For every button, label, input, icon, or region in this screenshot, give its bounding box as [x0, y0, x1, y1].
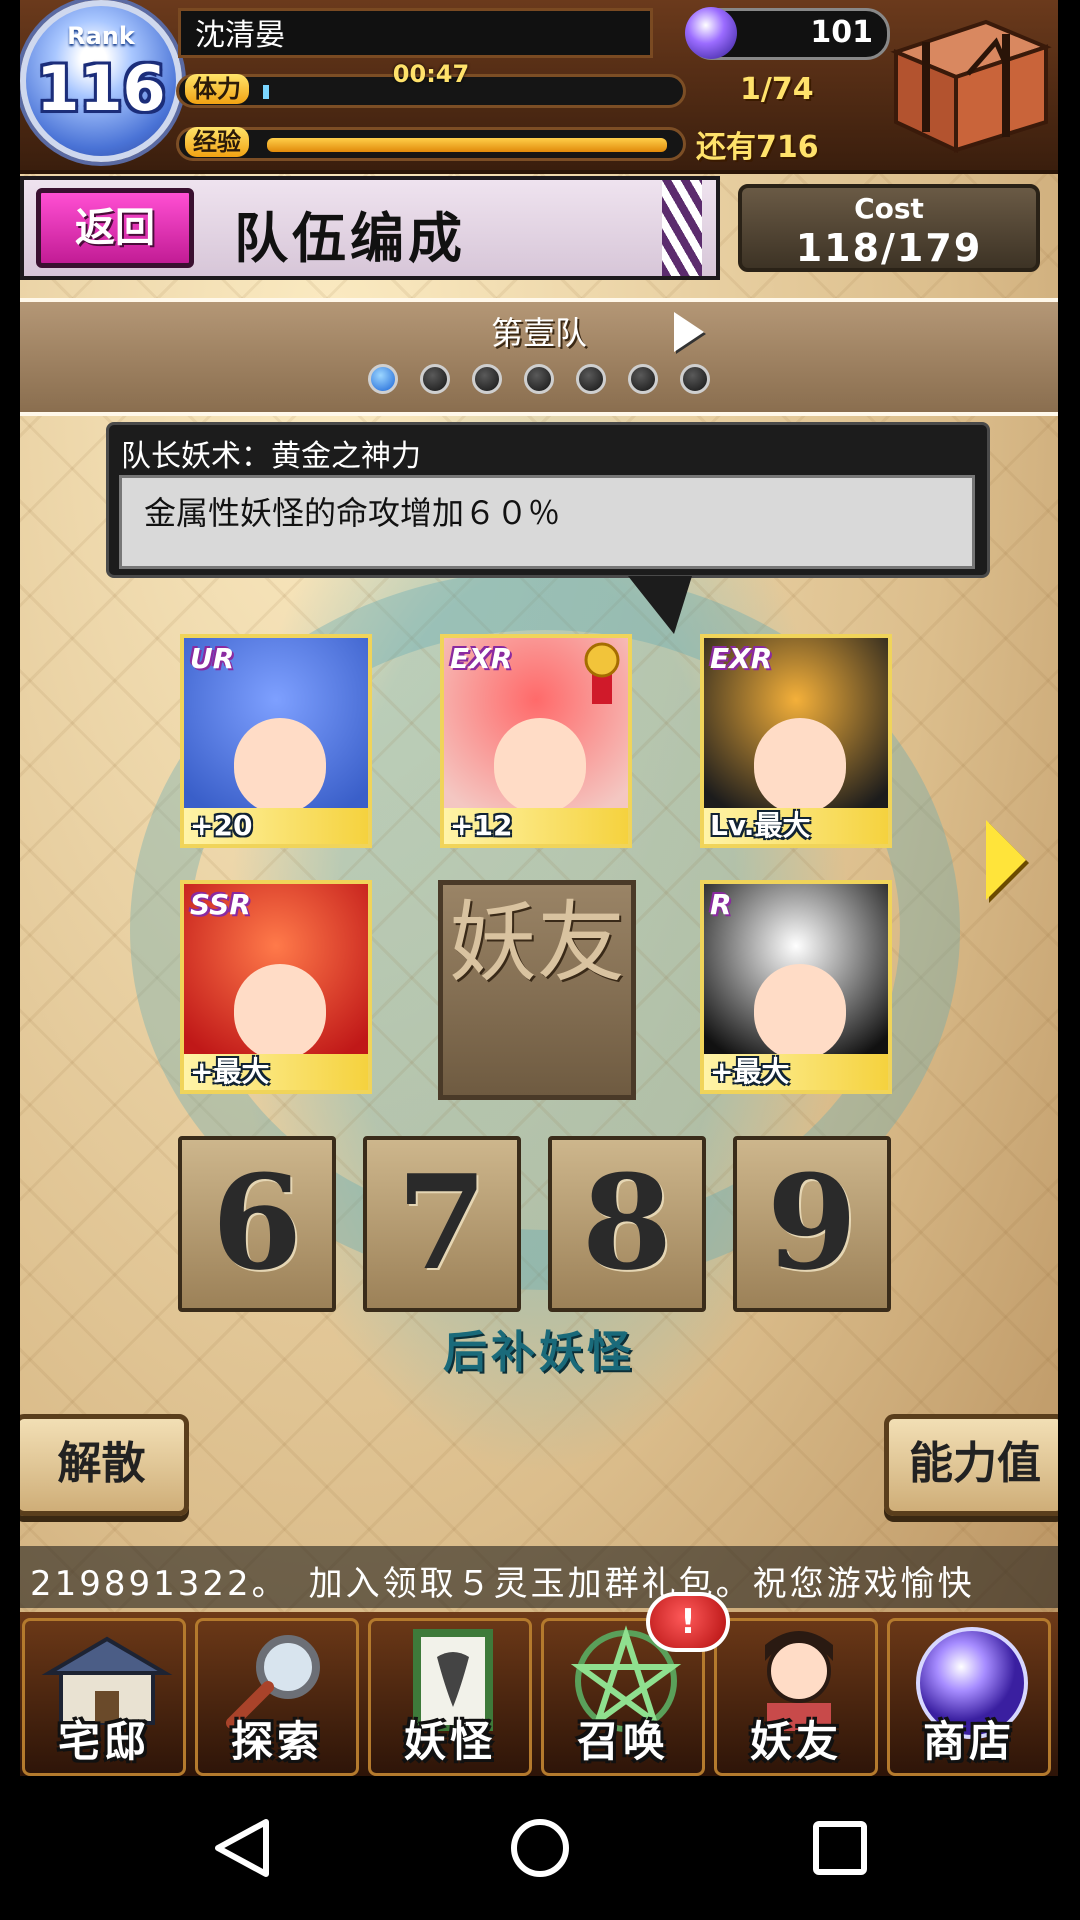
member-level: +12	[444, 808, 628, 844]
friend-slot[interactable]: 妖友	[438, 880, 636, 1100]
game-screen: Rank 116 沈清晏 101 体力 00:47 1/74 经验 还有716 …	[20, 0, 1058, 1776]
cost-value: 118/179	[795, 226, 983, 270]
member-level: +20	[184, 808, 368, 844]
nav-label: 妖友	[749, 1717, 842, 1766]
leader-skill-panel: 队长妖术：黄金之神力 金属性妖怪的命攻增加６０％	[106, 422, 990, 578]
nav-label: 商店	[922, 1717, 1015, 1766]
member-card-5[interactable]: R +最大	[700, 880, 892, 1094]
stamina-count: 1/74	[740, 72, 814, 107]
ticker-text: 219891322。 加入领取５灵玉加群礼包。祝您游戏愉快	[30, 1564, 975, 1604]
nav-explore[interactable]: 探索	[195, 1618, 359, 1776]
nav-yokai[interactable]: 妖怪	[368, 1618, 532, 1776]
portrait-face	[234, 964, 326, 1060]
gem-count: 101	[810, 15, 873, 50]
player-name: 沈清晏	[178, 8, 653, 58]
reserve-slot-number: 8	[581, 1146, 673, 1299]
next-page-arrow-icon[interactable]	[986, 820, 1026, 900]
exp-fill	[267, 138, 667, 152]
rarity-badge: SSR	[190, 888, 251, 921]
portrait-face	[494, 718, 586, 814]
reserve-slot-number: 7	[396, 1146, 488, 1299]
party-page-dot[interactable]	[628, 364, 658, 394]
party-page-dot[interactable]	[472, 364, 502, 394]
rank-emblem[interactable]: Rank 116	[20, 0, 182, 162]
nav-label: 召唤	[576, 1717, 669, 1766]
bottom-nav: 宅邸 探索 妖怪 召唤 妖友 商店	[20, 1612, 1058, 1776]
summon-alert-badge: !	[646, 1592, 730, 1652]
portrait-face	[754, 964, 846, 1060]
party-page-dot[interactable]	[524, 364, 554, 394]
back-triangle-icon[interactable]	[210, 1816, 274, 1880]
treasure-chest-icon[interactable]	[886, 12, 1054, 157]
stamina-timer: 00:47	[392, 60, 470, 88]
nav-mansion[interactable]: 宅邸	[22, 1618, 186, 1776]
exp-remaining: 还有716	[696, 130, 819, 165]
party-page-dot[interactable]	[368, 364, 398, 394]
party-page-dot[interactable]	[420, 364, 450, 394]
rank-value: 116	[36, 52, 166, 125]
skill-pointer	[628, 576, 692, 634]
party-name: 第壹队	[490, 314, 587, 352]
next-party-arrow-icon[interactable]	[674, 312, 704, 352]
reserve-slot-7[interactable]: 7	[363, 1136, 521, 1312]
back-button[interactable]: 返回	[36, 188, 194, 268]
member-level: +最大	[184, 1054, 368, 1090]
stamina-label: 体力	[185, 74, 249, 104]
friend-slot-label: 妖友	[448, 891, 625, 994]
disband-button[interactable]: 解散	[20, 1414, 189, 1516]
exp-bar: 经验	[176, 127, 686, 161]
leader-medal-icon	[584, 642, 620, 704]
stats-button[interactable]: 能力值	[884, 1414, 1058, 1516]
party-selector: 第壹队	[20, 298, 1058, 416]
nav-label: 宅邸	[57, 1717, 150, 1766]
status-bar: Rank 116 沈清晏 101 体力 00:47 1/74 经验 还有716	[20, 0, 1058, 174]
member-card-3[interactable]: EXR Lv.最大	[700, 634, 892, 848]
reserve-slot-number: 6	[211, 1146, 303, 1299]
reserve-slot-9[interactable]: 9	[733, 1136, 891, 1312]
nav-shop[interactable]: 商店	[887, 1618, 1051, 1776]
recents-square-icon[interactable]	[808, 1816, 872, 1880]
page-title: 队伍编成	[234, 207, 466, 270]
member-card-1[interactable]: UR +20	[180, 634, 372, 848]
nav-label: 妖怪	[403, 1717, 496, 1766]
nav-label: 探索	[230, 1717, 323, 1766]
party-page-dot[interactable]	[680, 364, 710, 394]
announcement-ticker: 219891322。 加入领取５灵玉加群礼包。祝您游戏愉快	[20, 1546, 1058, 1608]
stamina-fill	[263, 85, 269, 99]
party-page-dot[interactable]	[576, 364, 606, 394]
member-level: +最大	[704, 1054, 888, 1090]
rank-label: Rank	[67, 22, 135, 50]
portrait-face	[754, 718, 846, 814]
reserve-slot-number: 9	[766, 1146, 858, 1299]
gem-counter[interactable]: 101	[685, 7, 890, 60]
leader-skill-description: 金属性妖怪的命攻增加６０％	[119, 475, 975, 569]
cost-panel: Cost 118/179	[738, 184, 1040, 272]
reserve-slot-8[interactable]: 8	[548, 1136, 706, 1312]
reserve-slot-6[interactable]: 6	[178, 1136, 336, 1312]
rarity-badge: EXR	[450, 642, 513, 675]
reserve-label: 后补妖怪	[443, 1327, 635, 1378]
cost-label: Cost	[854, 192, 924, 225]
spirit-gem-icon	[685, 7, 737, 59]
member-card-2[interactable]: EXR +12	[440, 634, 632, 848]
rarity-badge: EXR	[710, 642, 773, 675]
exp-label: 经验	[185, 127, 249, 157]
system-nav-bar	[0, 1776, 1080, 1920]
member-card-4[interactable]: SSR +最大	[180, 880, 372, 1094]
home-circle-icon[interactable]	[508, 1816, 572, 1880]
leader-skill-title: 队长妖术：黄金之神力	[121, 439, 421, 474]
nav-friends[interactable]: 妖友	[714, 1618, 878, 1776]
page-header: 返回 队伍编成	[20, 176, 720, 280]
member-level: Lv.最大	[704, 808, 888, 844]
rarity-badge: R	[710, 888, 732, 921]
rarity-badge: UR	[190, 642, 235, 675]
portrait-face	[234, 718, 326, 814]
header-decoration	[662, 180, 702, 276]
